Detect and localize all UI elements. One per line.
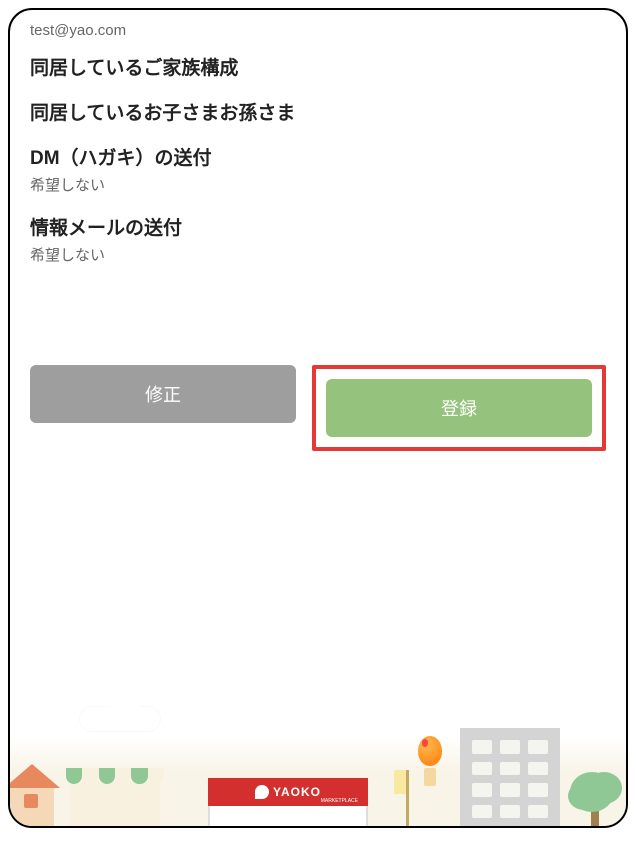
yaoko-store-icon: YAOKO MARKETPLACE (208, 778, 368, 826)
mail-value: 希望しない (30, 244, 606, 265)
footer-illustration: YAOKO MARKETPLACE (10, 698, 626, 826)
awning-icon (66, 768, 164, 784)
section-children: 同居しているお子さまお孫さま (30, 98, 606, 125)
yaoko-logo-icon (255, 785, 269, 799)
section-family: 同居しているご家族構成 (30, 53, 606, 80)
yaoko-sign: YAOKO MARKETPLACE (208, 778, 368, 806)
tree-icon (570, 776, 620, 826)
dm-title: DM（ハガキ）の送付 (30, 143, 606, 170)
balloon-icon (418, 736, 442, 766)
content-area: test@yao.com 同居しているご家族構成 同居しているお子さまお孫さま … (10, 10, 626, 265)
register-button[interactable]: 登録 (326, 379, 592, 437)
office-windows-icon (472, 740, 548, 818)
shop-icon (70, 782, 160, 826)
children-title: 同居しているお子さまお孫さま (30, 98, 606, 125)
office-building-icon (460, 728, 560, 826)
mail-title: 情報メールの送付 (30, 213, 606, 240)
family-title: 同居しているご家族構成 (30, 53, 606, 80)
app-frame: test@yao.com 同居しているご家族構成 同居しているお子さまお孫さま … (8, 8, 628, 828)
yaoko-tagline: MARKETPLACE (321, 798, 358, 804)
email-value: test@yao.com (30, 22, 606, 39)
register-highlight: 登録 (312, 365, 606, 451)
edit-button[interactable]: 修正 (30, 365, 296, 423)
flag-pole-icon (406, 770, 409, 826)
yaoko-brand-text: YAOKO (273, 785, 321, 799)
section-dm: DM（ハガキ）の送付 希望しない (30, 143, 606, 195)
house-icon (10, 786, 54, 826)
flag-icon (394, 770, 406, 794)
cloud-icon (80, 707, 160, 731)
button-row: 修正 登録 (10, 365, 626, 451)
section-mail: 情報メールの送付 希望しない (30, 213, 606, 265)
dm-value: 希望しない (30, 174, 606, 195)
